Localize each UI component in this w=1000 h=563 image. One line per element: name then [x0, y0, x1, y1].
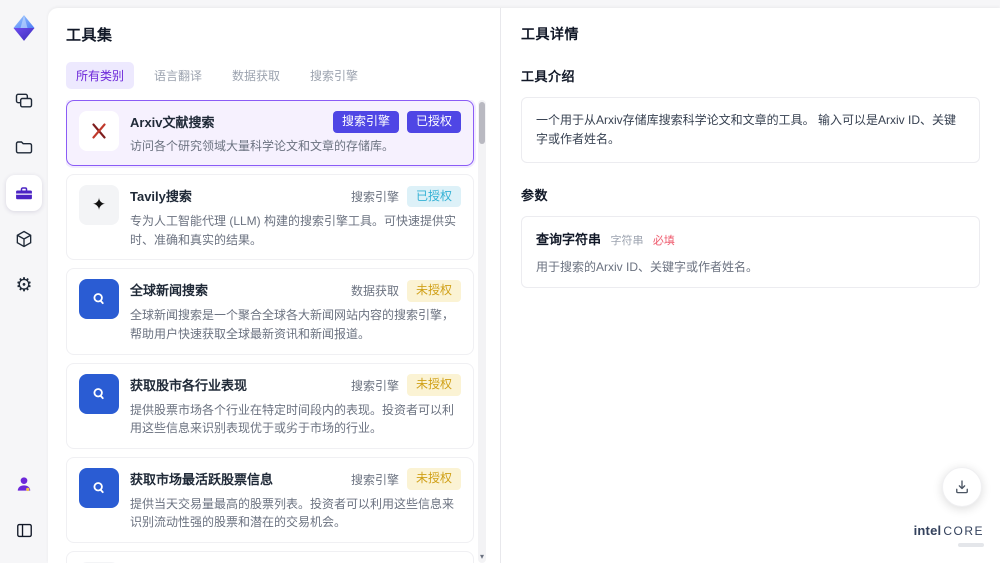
tool-category-label: 搜索引擎 — [350, 472, 399, 487]
collapse-panel-icon — [16, 523, 32, 537]
page-title: 工具集 — [66, 27, 113, 44]
detail-title: 工具详情 — [521, 26, 579, 42]
sidebar-item-tools[interactable] — [6, 175, 42, 211]
tool-card-tavily[interactable]: ✦ Tavily搜索 搜索引擎 已授权 专为人工智能代理 (LLM) 构建的搜索… — [66, 174, 474, 261]
tool-category-label: 搜索引擎 — [350, 378, 399, 393]
intro-heading: 工具介绍 — [521, 69, 576, 84]
folder-icon — [15, 141, 33, 154]
tool-title: 全球新闻搜索 — [130, 283, 209, 299]
avatar-icon — [17, 477, 31, 492]
collapse-sidebar-button[interactable] — [6, 512, 42, 548]
scrollbar-down-arrow[interactable]: ▾ — [478, 552, 486, 561]
news-search-icon — [79, 373, 119, 414]
intro-text: 一个用于从Arxiv存储库搜索科学论文和文章的工具。 输入可以是Arxiv ID… — [536, 113, 957, 147]
left-rail: ⚙ — [0, 0, 48, 563]
sidebar-item-chat[interactable] — [6, 83, 42, 119]
scrollbar-thumb[interactable] — [479, 102, 485, 144]
tab-data-acquisition[interactable]: 数据获取 — [222, 62, 290, 89]
tool-description: 提供股票市场各个行业在特定时间段内的表现。投资者可以利用这些信息来识别表现优于或… — [130, 402, 455, 436]
tool-card-arxiv[interactable]: Arxiv文献搜索 搜索引擎 已授权 访问各个研究领域大量科学论文和文章的存储库… — [66, 100, 474, 167]
main-content: 工具集 所有类别 语言翻译 数据获取 搜索引擎 Arxiv文献搜索 搜索引擎 已… — [48, 8, 1000, 563]
brand-subline — [958, 543, 984, 547]
news-search-icon — [79, 279, 119, 320]
tool-detail-panel: 工具详情 工具介绍 一个用于从Arxiv存储库搜索科学论文和文章的工具。 输入可… — [500, 8, 1000, 563]
app-logo — [8, 12, 40, 44]
category-tabs: 所有类别 语言翻译 数据获取 搜索引擎 — [66, 62, 486, 89]
tool-category-label: 数据获取 — [350, 284, 399, 299]
download-icon — [956, 480, 968, 494]
intel-wordmark: intel — [913, 523, 942, 539]
tool-category-badge: 搜索引擎 — [332, 111, 399, 133]
core-wordmark: core — [943, 524, 984, 539]
tool-status-badge: 已授权 — [406, 111, 461, 133]
tool-list-panel: 工具集 所有类别 语言翻译 数据获取 搜索引擎 Arxiv文献搜索 搜索引擎 已… — [48, 8, 500, 563]
tool-card-regional-news[interactable]: 万维地区新闻查询 搜索引擎 未授权 查询具体行政区划内的新闻，快速了解各地新闻动 — [66, 550, 474, 563]
cube-icon — [16, 230, 32, 248]
gear-icon: ⚙ — [15, 274, 33, 296]
tab-all-categories[interactable]: 所有类别 — [66, 62, 135, 89]
intel-core-logo: intel core — [914, 522, 984, 547]
tool-status-badge: 未授权 — [406, 468, 461, 491]
params-heading: 参数 — [521, 188, 549, 204]
download-button[interactable] — [942, 467, 982, 507]
tool-category-label: 搜索引擎 — [350, 190, 399, 205]
tool-status-badge: 已授权 — [406, 185, 461, 208]
arxiv-x-icon — [79, 111, 119, 151]
tool-description: 专为人工智能代理 (LLM) 构建的搜索引擎工具。可快速提供实时、准确和真实的结… — [130, 214, 457, 247]
tool-status-badge: 未授权 — [406, 280, 461, 302]
tool-list: Arxiv文献搜索 搜索引擎 已授权 访问各个研究领域大量科学论文和文章的存储库… — [66, 100, 486, 563]
scrollbar[interactable]: ▾ — [478, 100, 486, 563]
param-required-badge: 必填 — [652, 235, 675, 248]
sidebar-item-settings[interactable]: ⚙ — [6, 267, 42, 303]
param-card: 查询字符串 字符串 必填 用于搜索的Arxiv ID、关键字或作者姓名。 — [521, 216, 980, 289]
intro-box: 一个用于从Arxiv存储库搜索科学论文和文章的工具。 输入可以是Arxiv ID… — [521, 97, 980, 164]
param-name: 查询字符串 — [536, 232, 602, 248]
sidebar-item-account[interactable] — [6, 466, 42, 502]
gem-logo-icon — [13, 15, 35, 41]
tool-card-global-news[interactable]: 全球新闻搜索 数据获取 未授权 全球新闻搜索是一个聚合全球各大新闻网站内容的搜索… — [66, 268, 474, 355]
tab-language-translation[interactable]: 语言翻译 — [144, 62, 212, 89]
tool-card-sector-performance[interactable]: 获取股市各行业表现 搜索引擎 未授权 提供股票市场各个行业在特定时间段内的表现。… — [66, 362, 474, 449]
tool-card-most-active-stocks[interactable]: 获取市场最活跃股票信息 搜索引擎 未授权 提供当天交易量最高的股票列表。投资者可… — [66, 456, 474, 543]
tool-title: Arxiv文献搜索 — [130, 115, 215, 130]
chat-icon — [15, 93, 33, 108]
tool-description: 全球新闻搜索是一个聚合全球各大新闻网站内容的搜索引擎，帮助用户快速获取全球最新资… — [130, 308, 455, 341]
tool-description: 提供当天交易量最高的股票列表。投资者可以利用这些信息来识别流动性强的股票和潜在的… — [130, 496, 455, 530]
toolbox-icon — [16, 187, 32, 200]
tool-title: 获取股市各行业表现 — [130, 377, 248, 393]
news-search-icon — [79, 467, 119, 508]
tab-search-engine[interactable]: 搜索引擎 — [300, 62, 368, 89]
param-description: 用于搜索的Arxiv ID、关键字或作者姓名。 — [536, 260, 759, 275]
tool-description: 访问各个研究领域大量科学论文和文章的存储库。 — [130, 138, 395, 153]
tool-title: 获取市场最活跃股票信息 — [130, 471, 274, 487]
tool-status-badge: 未授权 — [406, 374, 461, 396]
param-type: 字符串 — [610, 235, 644, 248]
sidebar-item-packages[interactable] — [6, 221, 42, 257]
tool-title: Tavily搜索 — [130, 189, 192, 205]
sidebar-item-files[interactable] — [6, 129, 42, 165]
sparkle-icon: ✦ — [79, 185, 119, 226]
